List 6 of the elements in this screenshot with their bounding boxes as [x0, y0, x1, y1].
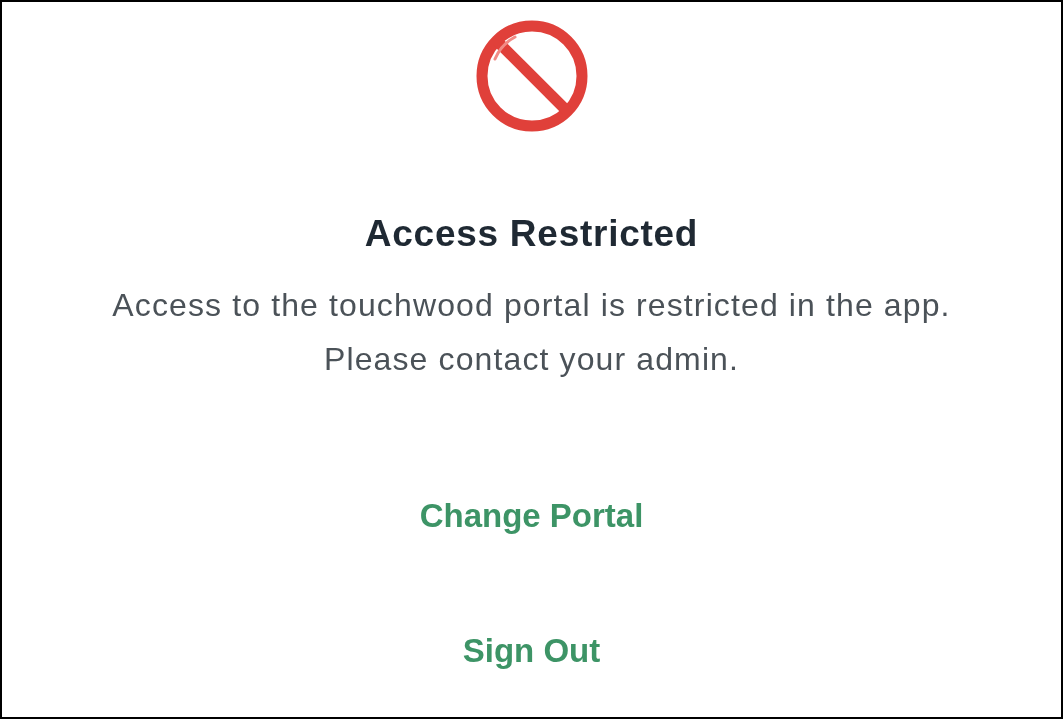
notice-title: Access Restricted [364, 214, 699, 254]
notice-message: Please contact your admin. [323, 340, 740, 379]
notice-message: Access to the touchwood portal is restricted in the app. [112, 286, 951, 325]
action-link[interactable]: Change Portal [411, 490, 652, 542]
action-link[interactable]: Sign Out [454, 625, 609, 677]
prohibited-sign-icon [475, 20, 588, 132]
